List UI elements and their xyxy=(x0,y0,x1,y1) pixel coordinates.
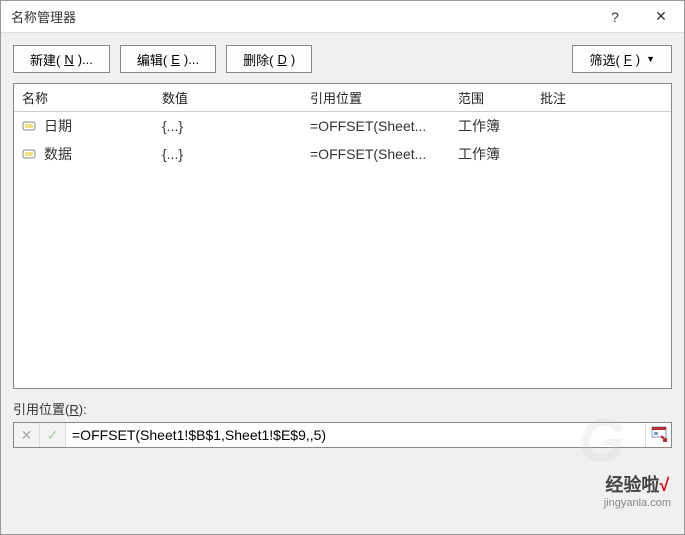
header-name[interactable]: 名称 xyxy=(14,84,154,111)
header-refers[interactable]: 引用位置 xyxy=(302,84,450,111)
help-icon: ? xyxy=(611,9,619,25)
name-tag-icon xyxy=(22,148,38,160)
delete-button[interactable]: 删除(D) xyxy=(226,45,312,73)
row-comment xyxy=(532,124,671,128)
cancel-edit-button[interactable]: ✕ xyxy=(14,423,40,447)
row-name: 数据 xyxy=(44,144,72,164)
header-scope[interactable]: 范围 xyxy=(450,84,532,111)
chevron-down-icon: ▼ xyxy=(646,54,655,64)
row-name: 日期 xyxy=(44,116,72,136)
name-manager-dialog: 名称管理器 ? ✕ 新建(N)... 编辑(E)... 删除(D) 筛选(F)▼… xyxy=(0,0,685,535)
row-scope: 工作簿 xyxy=(450,114,532,138)
range-picker-button[interactable] xyxy=(645,423,671,447)
row-refers: =OFFSET(Sheet... xyxy=(302,116,450,136)
header-value[interactable]: 数值 xyxy=(154,84,302,111)
range-picker-icon xyxy=(651,426,667,445)
x-icon: ✕ xyxy=(21,427,33,444)
help-button[interactable]: ? xyxy=(592,1,638,33)
names-list[interactable]: 名称 数值 引用位置 范围 批注 日期 {...} =OFFSET(Sheet.… xyxy=(13,83,672,389)
row-refers: =OFFSET(Sheet... xyxy=(302,144,450,164)
dialog-title: 名称管理器 xyxy=(11,7,592,26)
check-icon: ✓ xyxy=(47,427,59,444)
new-button[interactable]: 新建(N)... xyxy=(13,45,110,73)
header-comment[interactable]: 批注 xyxy=(532,84,671,111)
table-row[interactable]: 数据 {...} =OFFSET(Sheet... 工作簿 xyxy=(14,140,671,168)
accept-edit-button[interactable]: ✓ xyxy=(40,423,66,447)
name-tag-icon xyxy=(22,120,38,132)
edit-button[interactable]: 编辑(E)... xyxy=(120,45,216,73)
refers-to-row: ✕ ✓ xyxy=(13,422,672,448)
row-scope: 工作簿 xyxy=(450,142,532,166)
titlebar: 名称管理器 ? ✕ xyxy=(1,1,684,33)
row-value: {...} xyxy=(154,144,302,164)
close-button[interactable]: ✕ xyxy=(638,1,684,33)
refers-to-area: 引用位置(R): ✕ ✓ xyxy=(13,399,672,448)
close-icon: ✕ xyxy=(655,8,667,25)
row-value: {...} xyxy=(154,116,302,136)
filter-button[interactable]: 筛选(F)▼ xyxy=(572,45,672,73)
list-header: 名称 数值 引用位置 范围 批注 xyxy=(14,84,671,112)
row-comment xyxy=(532,152,671,156)
toolbar: 新建(N)... 编辑(E)... 删除(D) 筛选(F)▼ xyxy=(1,33,684,83)
refers-to-input[interactable] xyxy=(66,423,645,447)
table-row[interactable]: 日期 {...} =OFFSET(Sheet... 工作簿 xyxy=(14,112,671,140)
refers-to-label: 引用位置(R): xyxy=(13,399,672,418)
